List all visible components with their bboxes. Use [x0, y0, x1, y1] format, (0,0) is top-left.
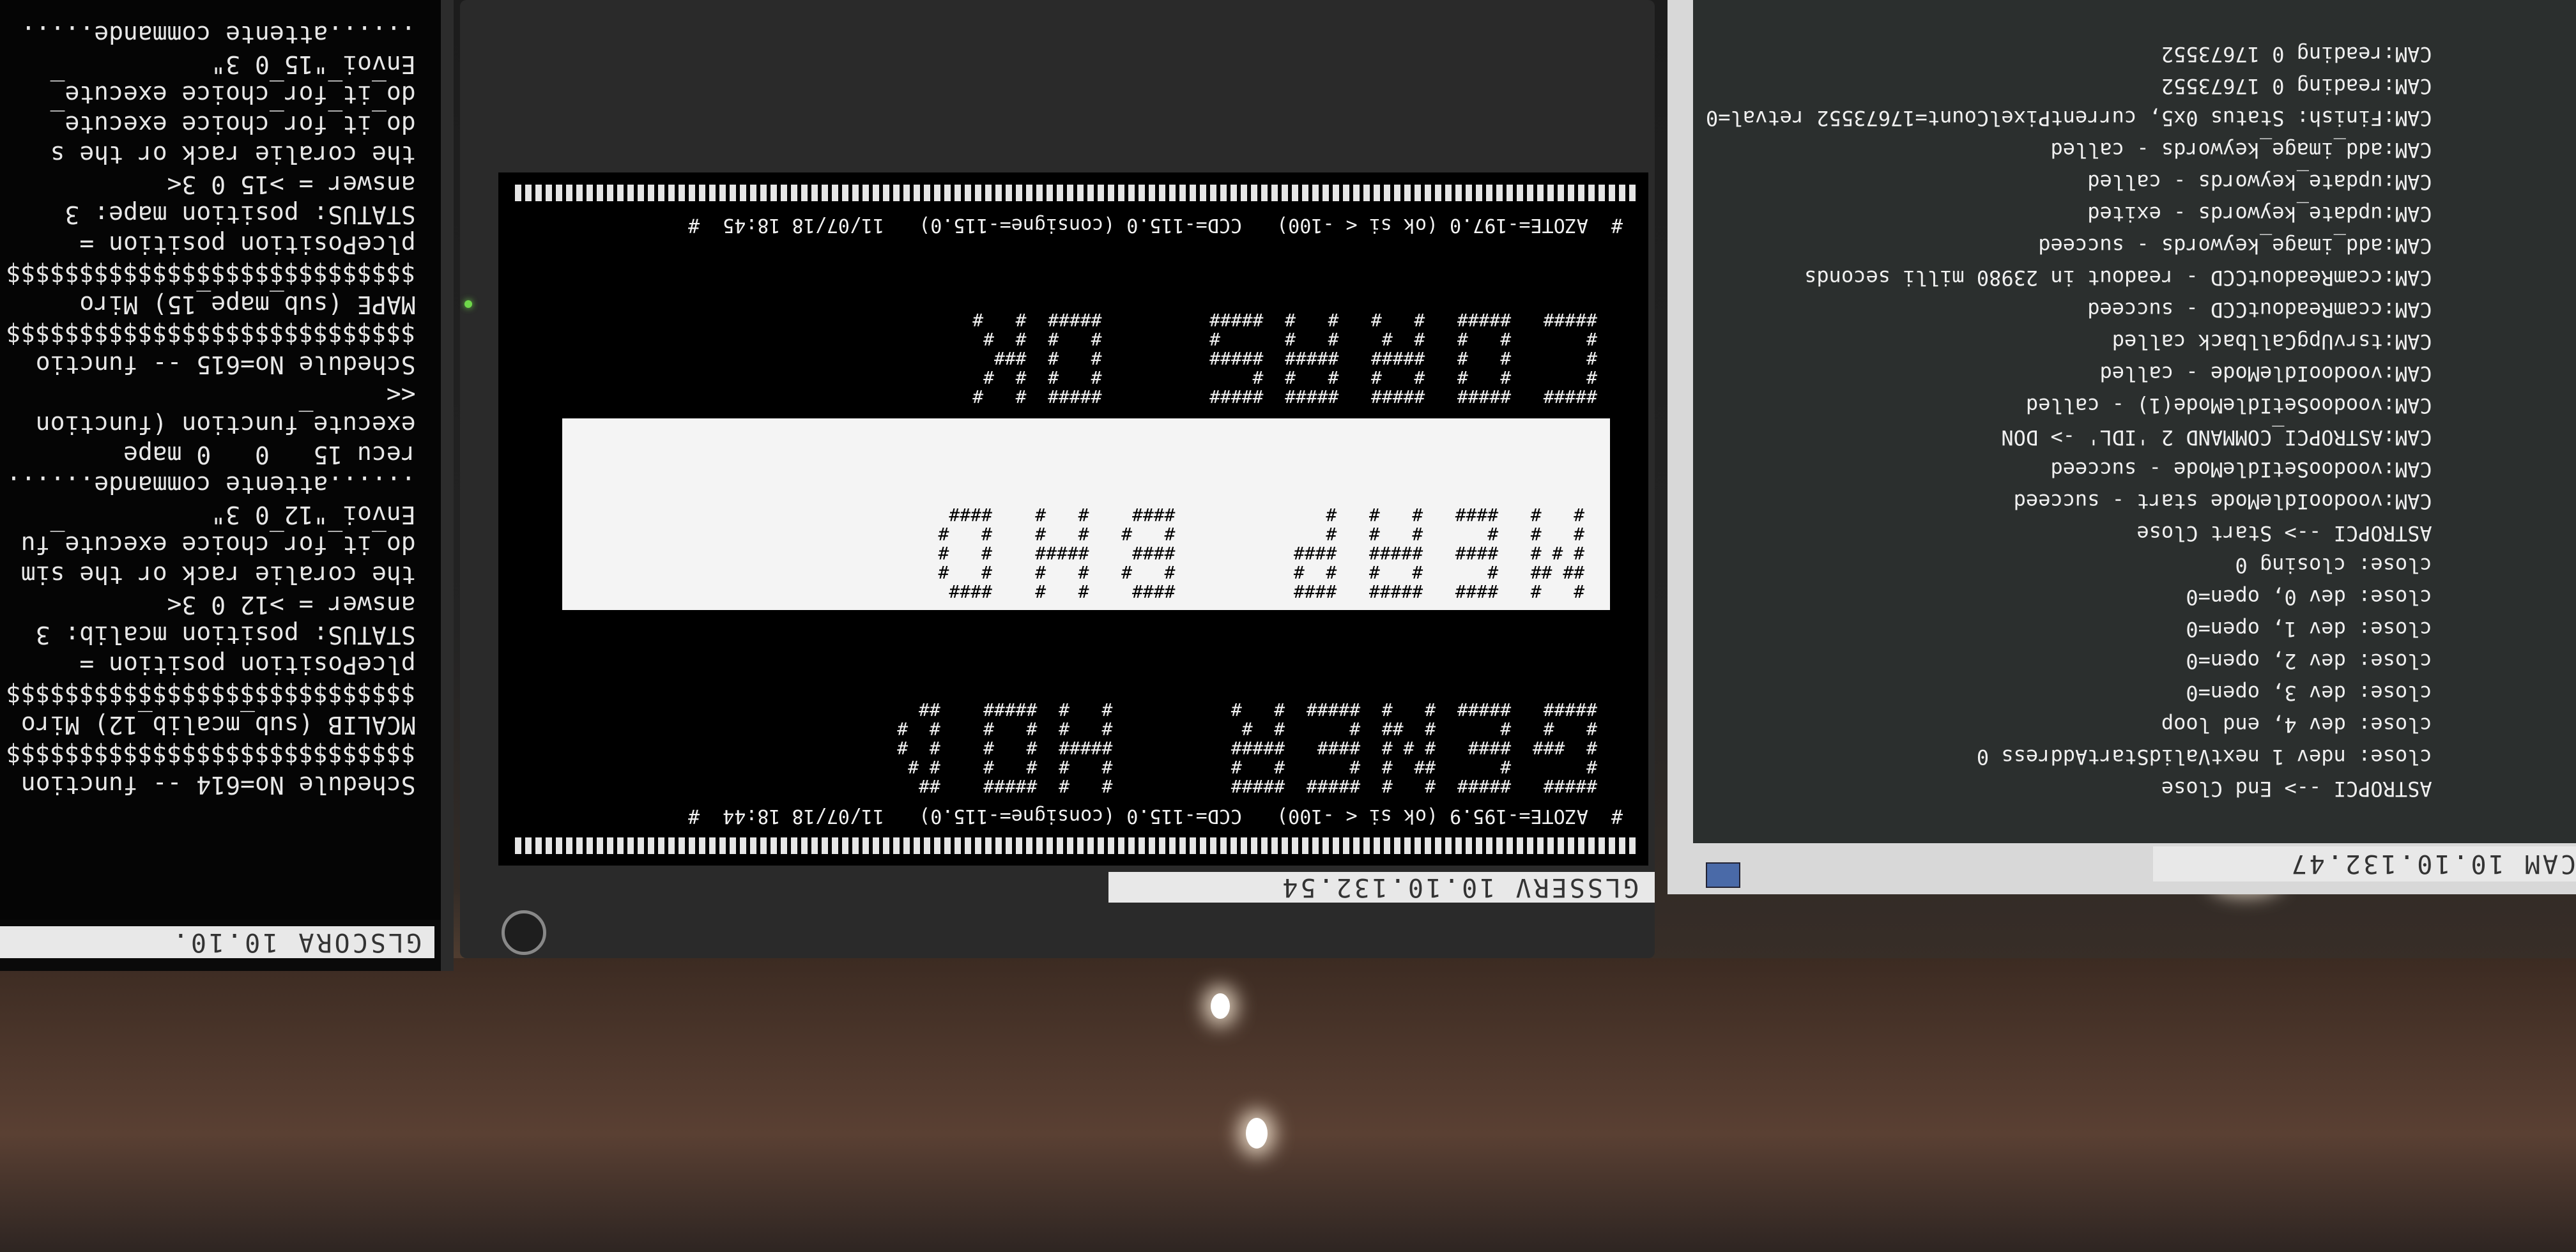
banner-row-3: ##### ##### ##### ##### ##### ##### # # …: [972, 309, 1597, 407]
center-monitor-label-text: GLSSERV 10.10.132.54: [1280, 873, 1639, 902]
reflection-light: [1211, 993, 1230, 1019]
right-terminal-text: ASTROPCI --> End Close close: ndev 1 nex…: [1706, 42, 2432, 801]
hash-border-top: [511, 837, 1636, 854]
left-terminal-text: Schedule No=614 -- function $$$$$$$$$$$$…: [6, 20, 416, 799]
right-monitor-label: CAM 10.10.132.47: [2153, 846, 2576, 882]
center-terminal-screen: # AZOTE=-195.9 (ok si < -100) CCD=-115.0…: [498, 172, 1648, 866]
reflection-light: [1246, 1118, 1268, 1149]
left-monitor: Schedule No=614 -- function $$$$$$$$$$$$…: [0, 0, 454, 971]
power-led: [464, 300, 472, 308]
status-line-top: # AZOTE=-195.9 (ok si < -100) CCD=-115.0…: [688, 805, 1623, 827]
left-monitor-label: GLSCORA 10.10.: [0, 926, 434, 958]
left-terminal-screen: Schedule No=614 -- function $$$$$$$$$$$$…: [0, 0, 441, 920]
right-monitor: ASTROPCI --> End Close close: ndev 1 nex…: [1667, 0, 2576, 894]
right-terminal-screen: ASTROPCI --> End Close close: ndev 1 nex…: [1693, 0, 2576, 843]
banner-row-1: ##### ##### # # ##### ##### # # ##### ##…: [897, 699, 1597, 797]
desk-surface: [0, 958, 2576, 1252]
center-screen-content: # AZOTE=-195.9 (ok si < -100) CCD=-115.0…: [498, 172, 1648, 866]
center-monitor: # AZOTE=-195.9 (ok si < -100) CCD=-115.0…: [460, 0, 1655, 958]
power-button[interactable]: [502, 910, 546, 955]
taskbar-app-icon[interactable]: [1706, 862, 1740, 888]
left-monitor-label-text: GLSCORA 10.10.: [170, 928, 422, 957]
center-monitor-label: GLSSERV 10.10.132.54: [1108, 872, 1655, 903]
banner-inverse-box: # # #### ##### #### #### # # #### ## ## …: [562, 418, 1610, 610]
status-line-bottom: # AZOTE=-197.0 (ok si < -100) CCD=-115.0…: [688, 214, 1623, 236]
banner-row-2: # # #### ##### #### #### # # #### ## ## …: [938, 504, 1584, 602]
right-monitor-label-text: CAM 10.10.132.47: [2288, 849, 2576, 879]
hash-border-bottom: [511, 185, 1636, 201]
